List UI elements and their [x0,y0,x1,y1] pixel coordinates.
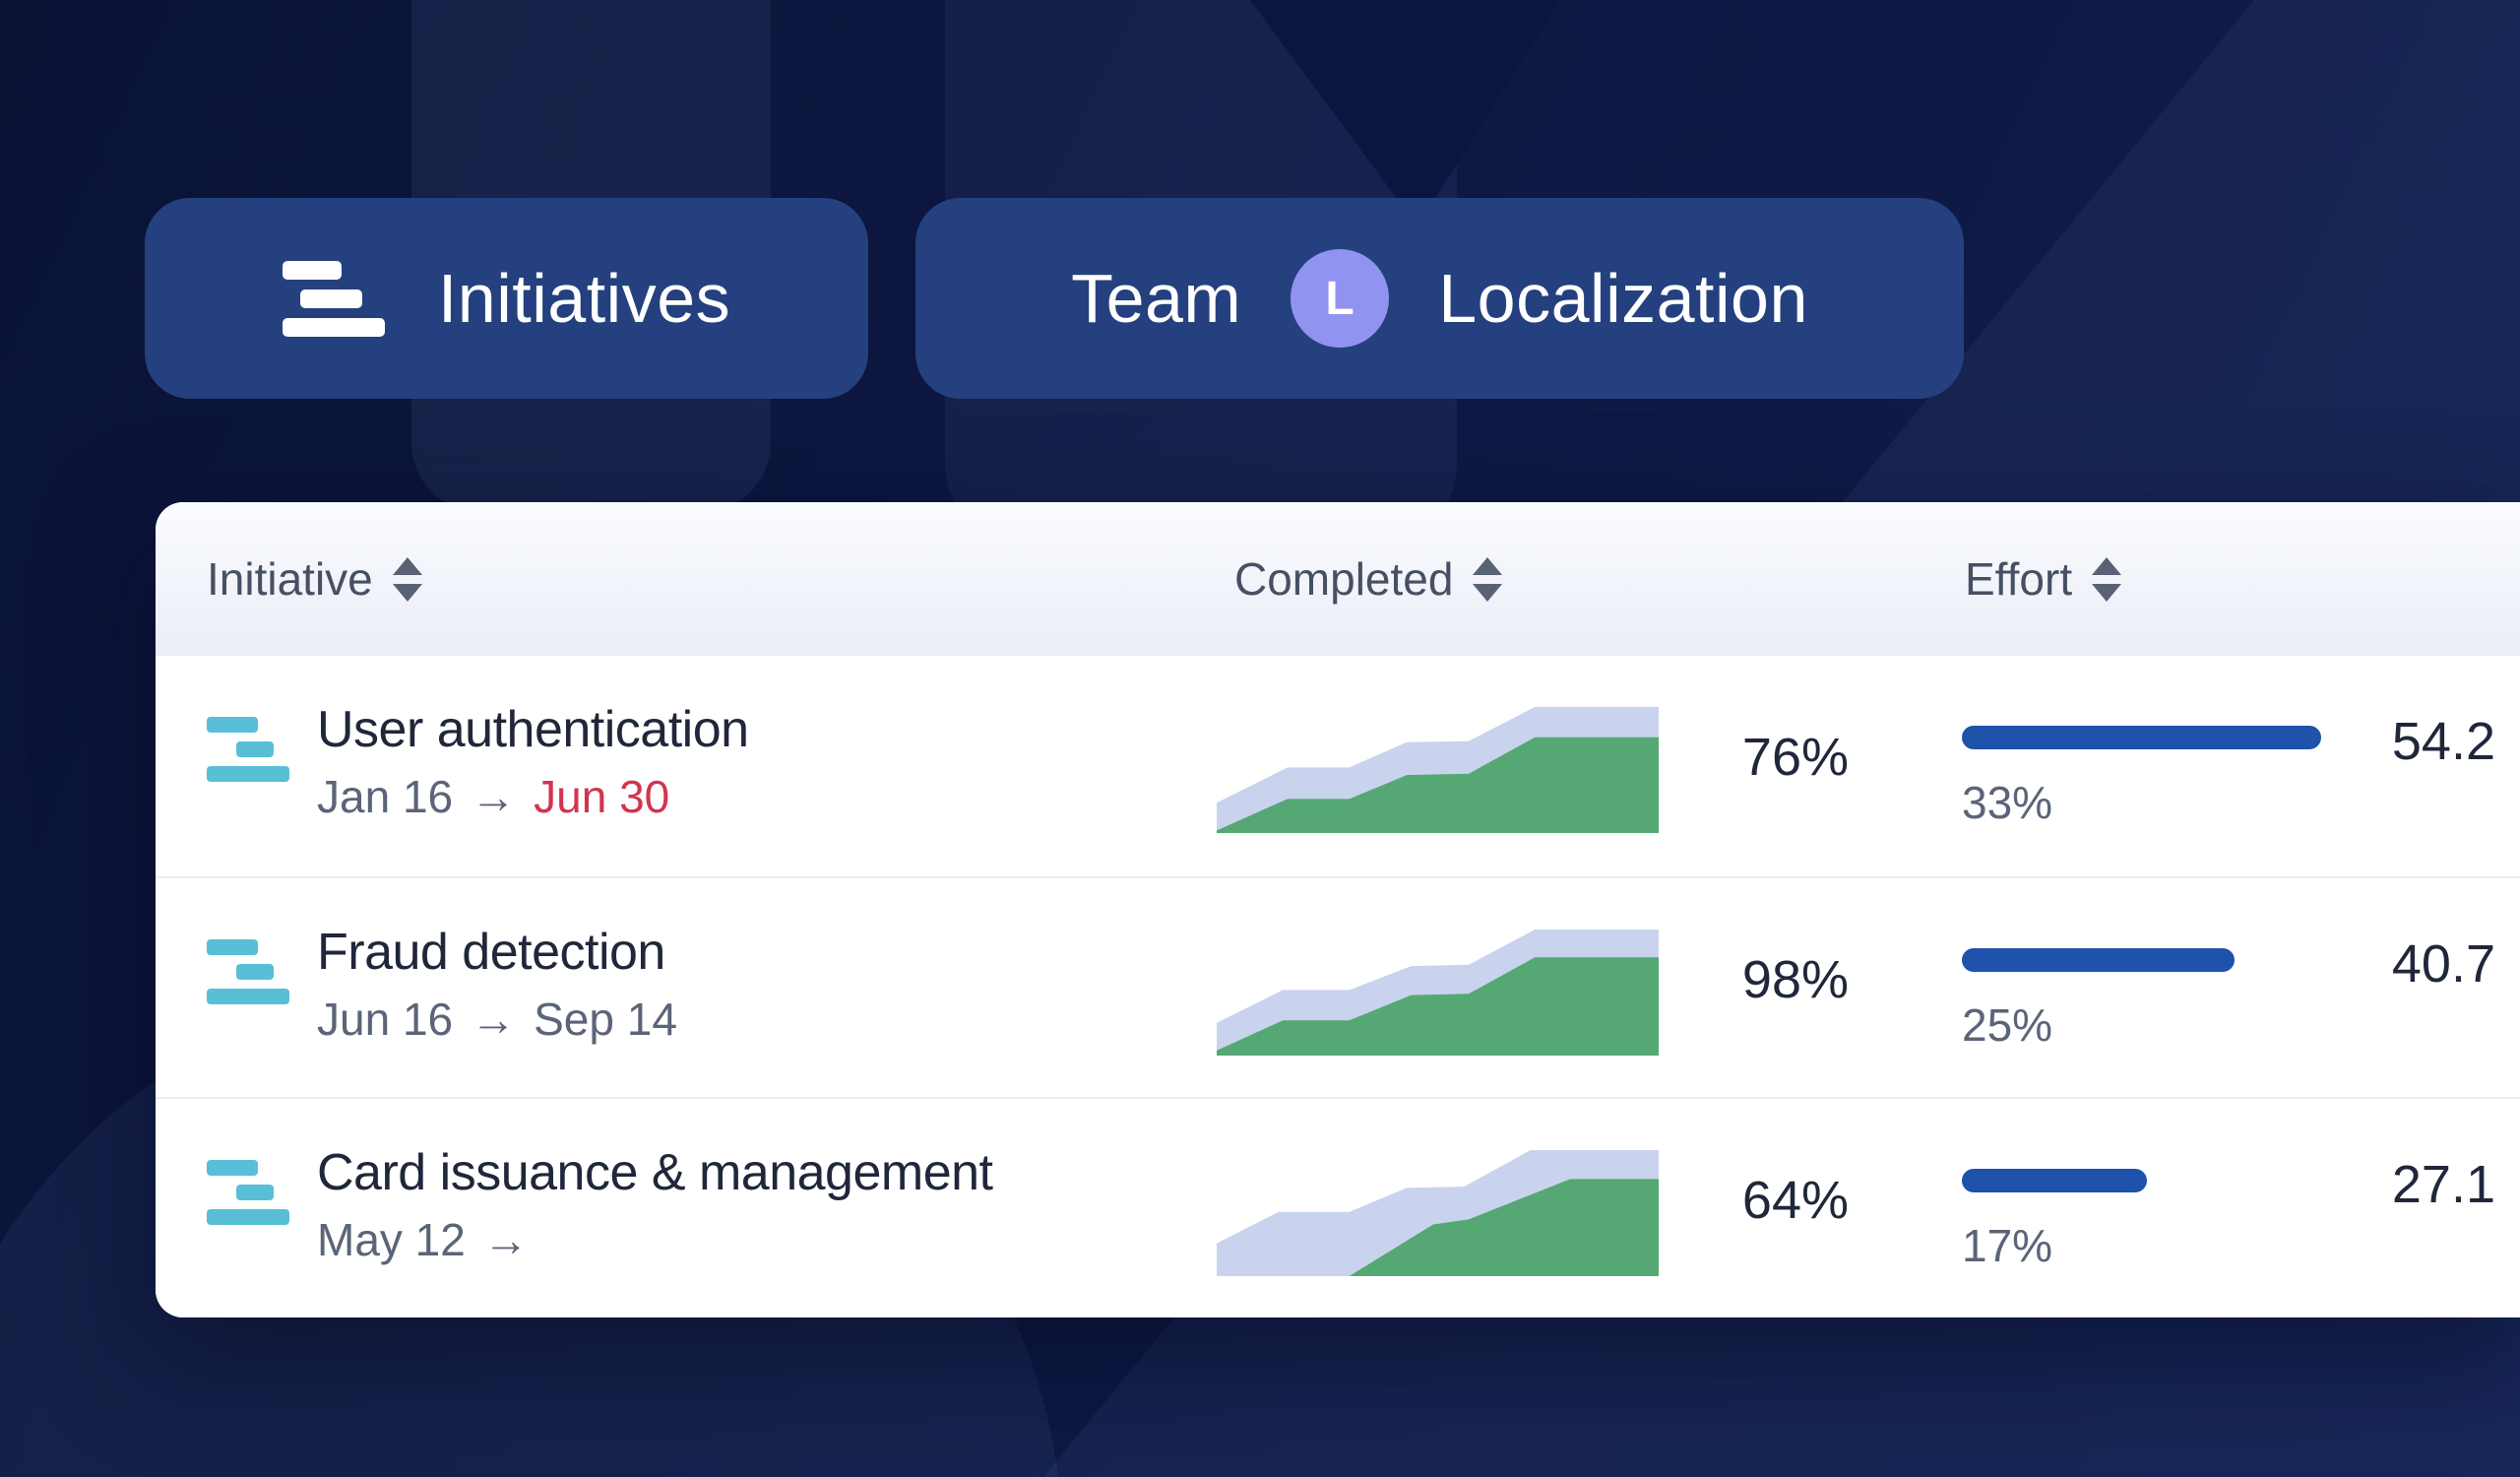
table-row[interactable]: User authentication Jan 16 → Jun 30 76% … [156,656,2520,876]
date-start: Jan 16 [317,771,454,822]
effort-percent: 17% [1962,1220,2053,1271]
initiative-name: Fraud detection [317,924,665,981]
initiative-dates: May 12 → [317,1211,993,1268]
date-start: Jun 16 [317,994,454,1045]
effort-bar [1962,1169,2148,1192]
arrow-right-icon: → [471,994,517,1045]
date-end: Sep 14 [534,994,677,1045]
team-filter-pill[interactable]: Team L Localization [915,198,1964,399]
initiative-icon [207,939,289,1004]
sort-icon [392,556,422,602]
team-pill-name: Localization [1438,260,1808,337]
completed-percent: 64% [1741,1171,1849,1230]
completed-percent: 76% [1741,728,1849,787]
arrow-right-icon: → [471,771,517,822]
team-avatar: L [1291,249,1390,348]
effort-value: 27.1 [2391,1155,2495,1214]
effort-percent: 25% [1962,999,2053,1051]
initiative-name: Card issuance & management [317,1144,993,1201]
initiative-dates: Jun 16 → Sep 14 [317,991,677,1048]
table-row[interactable]: Card issuance & management May 12 → 64% … [156,1097,2520,1317]
date-end: Jun 30 [534,771,670,822]
initiative-icon [207,1160,289,1225]
team-pill-prefix: Team [1071,260,1242,337]
effort-percent: 33% [1962,777,2053,828]
arrow-right-icon: → [482,1214,529,1265]
effort-value: 40.7 [2391,934,2495,994]
column-header-effort-label: Effort [1965,553,2073,605]
initiative-name: User authentication [317,701,749,758]
column-header-initiative[interactable]: Initiative [207,502,422,656]
screenshot-root: Initiatives Team L Localization Initiati… [0,0,2520,1477]
sort-icon [1473,556,1503,602]
sort-icon [2092,556,2122,602]
table-row[interactable]: Fraud detection Jun 16 → Sep 14 98% 25% … [156,876,2520,1097]
column-header-completed-label: Completed [1234,553,1454,605]
completed-percent: 98% [1741,950,1849,1009]
column-header-effort[interactable]: Effort [1965,502,2122,656]
effort-bar [1962,948,2235,972]
table-header: Initiative Completed Effort [156,502,2520,656]
initiatives-bars-icon [282,260,385,337]
initiatives-pill-label: Initiatives [437,260,731,337]
column-header-completed[interactable]: Completed [1234,502,1503,656]
initiative-icon [207,717,289,782]
initiatives-table-card: Initiative Completed Effort User authent… [156,502,2520,1317]
initiative-dates: Jan 16 → Jun 30 [317,768,749,825]
effort-value: 54.2 [2391,712,2495,771]
date-start: May 12 [317,1214,466,1265]
initiatives-filter-pill[interactable]: Initiatives [145,198,868,399]
column-header-initiative-label: Initiative [207,553,373,605]
